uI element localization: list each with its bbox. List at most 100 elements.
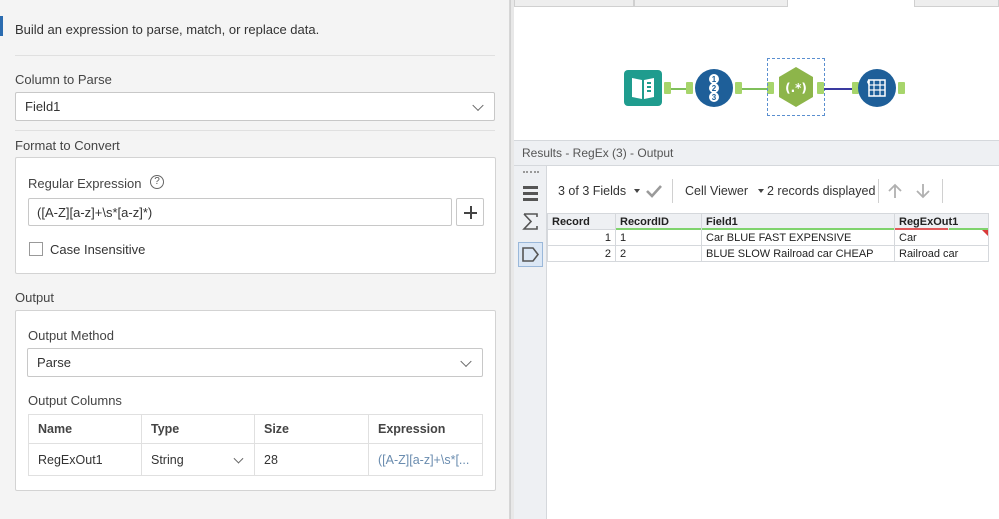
cell-viewer-dropdown[interactable]: Cell Viewer bbox=[685, 184, 764, 198]
panel-intro-text: Build an expression to parse, match, or … bbox=[15, 22, 320, 37]
fields-selector[interactable]: 3 of 3 Fields bbox=[558, 184, 641, 198]
regex-icon: (.*) bbox=[779, 67, 813, 107]
column-header-field1[interactable]: Field1 bbox=[701, 213, 895, 230]
table-row[interactable]: 1 1 Car BLUE FAST EXPENSIVE Car bbox=[547, 229, 989, 246]
output-anchor[interactable] bbox=[664, 82, 671, 94]
results-grid: Record RecordID Field1 RegExOut1 1 1 Car… bbox=[547, 213, 999, 519]
field1-cell[interactable]: BLUE SLOW Railroad car CHEAP bbox=[701, 245, 895, 262]
column-to-parse-label: Column to Parse bbox=[15, 72, 112, 87]
format-to-convert-card: Regular Expression ? Case Insensitive bbox=[15, 157, 496, 274]
input-anchor[interactable] bbox=[686, 82, 693, 94]
regular-expression-input[interactable] bbox=[28, 198, 452, 226]
column-header: Name bbox=[28, 414, 142, 444]
results-title: Results - RegEx (3) - Output bbox=[514, 140, 999, 166]
regexout1-value: Car bbox=[899, 231, 917, 244]
svg-text:2: 2 bbox=[712, 84, 717, 93]
record-cell[interactable]: 2 bbox=[547, 245, 616, 262]
recordid-cell[interactable]: 1 bbox=[615, 229, 702, 246]
truncation-indicator bbox=[982, 230, 988, 236]
column-to-parse-value: Field1 bbox=[25, 99, 61, 114]
column-header-label: RegExOut1 bbox=[899, 215, 959, 228]
output-anchor[interactable] bbox=[735, 82, 742, 94]
records-displayed-text: 2 records displayed bbox=[767, 184, 876, 198]
tag-icon bbox=[522, 247, 540, 262]
chevron-down-icon bbox=[460, 355, 472, 367]
insert-token-button[interactable] bbox=[456, 198, 484, 226]
data-view-button[interactable] bbox=[518, 181, 543, 206]
divider bbox=[15, 55, 495, 56]
case-insensitive-checkbox[interactable] bbox=[29, 242, 43, 256]
cell-viewer-label: Cell Viewer bbox=[685, 184, 748, 198]
table-row[interactable]: 2 2 BLUE SLOW Railroad car CHEAP Railroa… bbox=[547, 245, 989, 262]
format-to-convert-label: Format to Convert bbox=[15, 138, 120, 153]
output-columns-label: Output Columns bbox=[28, 393, 122, 408]
svg-text:(.*): (.*) bbox=[785, 81, 807, 95]
output-method-label: Output Method bbox=[28, 328, 114, 343]
grip-icon bbox=[523, 171, 539, 174]
output-column-type-value: String bbox=[151, 452, 184, 467]
toolbar-divider bbox=[878, 179, 879, 203]
output-columns-table: Name Type Size Expression RegExOut1 Stri… bbox=[28, 414, 483, 476]
output-anchor[interactable] bbox=[898, 82, 905, 94]
table-row[interactable]: RegExOut1 String 28 ([A-Z][a-z]+\s*[... bbox=[28, 443, 483, 476]
output-column-size[interactable]: 28 bbox=[254, 443, 369, 476]
caret-down-icon bbox=[758, 189, 764, 193]
chevron-down-icon bbox=[233, 453, 244, 464]
chevron-down-icon bbox=[472, 99, 484, 111]
svg-text:1: 1 bbox=[712, 75, 717, 84]
output-method-select[interactable]: Parse bbox=[27, 348, 483, 377]
caret-down-icon bbox=[634, 189, 641, 193]
workflow-canvas[interactable]: 1 2 3 (.*) bbox=[514, 0, 999, 133]
browse-icon bbox=[858, 69, 896, 107]
book-icon bbox=[624, 70, 662, 106]
divider bbox=[15, 130, 495, 131]
panel-accent-bar bbox=[0, 16, 3, 36]
column-header-record[interactable]: Record bbox=[547, 213, 616, 230]
column-header: Size bbox=[254, 414, 369, 444]
results-toolbar: 3 of 3 Fields Cell Viewer 2 records disp… bbox=[547, 176, 999, 206]
output-method-value: Parse bbox=[37, 355, 71, 370]
canvas-tab[interactable] bbox=[634, 0, 788, 7]
sigma-icon bbox=[522, 213, 538, 230]
input-data-tool[interactable] bbox=[624, 70, 662, 106]
toolbar-divider bbox=[672, 179, 673, 203]
table-header-row: Record RecordID Field1 RegExOut1 bbox=[547, 213, 989, 230]
output-card: Output Method Parse Output Columns Name … bbox=[15, 310, 496, 491]
column-header-label: RecordID bbox=[620, 215, 669, 228]
column-header: Expression bbox=[368, 414, 483, 444]
summary-view-button[interactable] bbox=[518, 209, 543, 234]
arrow-up-icon[interactable] bbox=[887, 182, 903, 200]
record-id-icon: 1 2 3 bbox=[695, 69, 733, 107]
regexout1-cell[interactable]: Railroad car bbox=[894, 245, 989, 262]
output-column-expression: ([A-Z][a-z]+\s*[... bbox=[368, 443, 483, 476]
output-column-name[interactable]: RegExOut1 bbox=[28, 443, 142, 476]
column-header: Type bbox=[141, 414, 255, 444]
arrow-down-icon[interactable] bbox=[915, 182, 931, 200]
column-header-recordid[interactable]: RecordID bbox=[615, 213, 702, 230]
column-to-parse-select[interactable]: Field1 bbox=[15, 92, 495, 121]
column-header-regexout1[interactable]: RegExOut1 bbox=[894, 213, 989, 230]
field1-cell[interactable]: Car BLUE FAST EXPENSIVE bbox=[701, 229, 895, 246]
record-id-tool[interactable]: 1 2 3 bbox=[695, 69, 733, 107]
canvas-tab[interactable] bbox=[914, 0, 999, 7]
toolbar-divider bbox=[942, 179, 943, 203]
results-table: Record RecordID Field1 RegExOut1 1 1 Car… bbox=[547, 213, 989, 262]
configuration-panel: Build an expression to parse, match, or … bbox=[0, 0, 510, 519]
regular-expression-label: Regular Expression bbox=[28, 176, 142, 191]
regexout1-cell[interactable]: Car bbox=[894, 229, 989, 246]
case-insensitive-label: Case Insensitive bbox=[50, 242, 146, 257]
results-side-toolbar bbox=[514, 166, 547, 519]
checkmark-icon[interactable] bbox=[645, 183, 663, 199]
table-icon bbox=[523, 186, 538, 201]
record-cell[interactable]: 1 bbox=[547, 229, 616, 246]
table-header-row: Name Type Size Expression bbox=[28, 414, 483, 444]
help-icon[interactable]: ? bbox=[150, 175, 164, 189]
output-anchor[interactable] bbox=[817, 82, 824, 94]
output-column-type[interactable]: String bbox=[141, 443, 255, 476]
svg-text:3: 3 bbox=[712, 93, 717, 102]
metadata-view-button[interactable] bbox=[518, 242, 543, 267]
browse-tool[interactable] bbox=[858, 69, 896, 107]
column-header-label: Field1 bbox=[706, 215, 738, 228]
recordid-cell[interactable]: 2 bbox=[615, 245, 702, 262]
canvas-tab[interactable] bbox=[514, 0, 634, 7]
